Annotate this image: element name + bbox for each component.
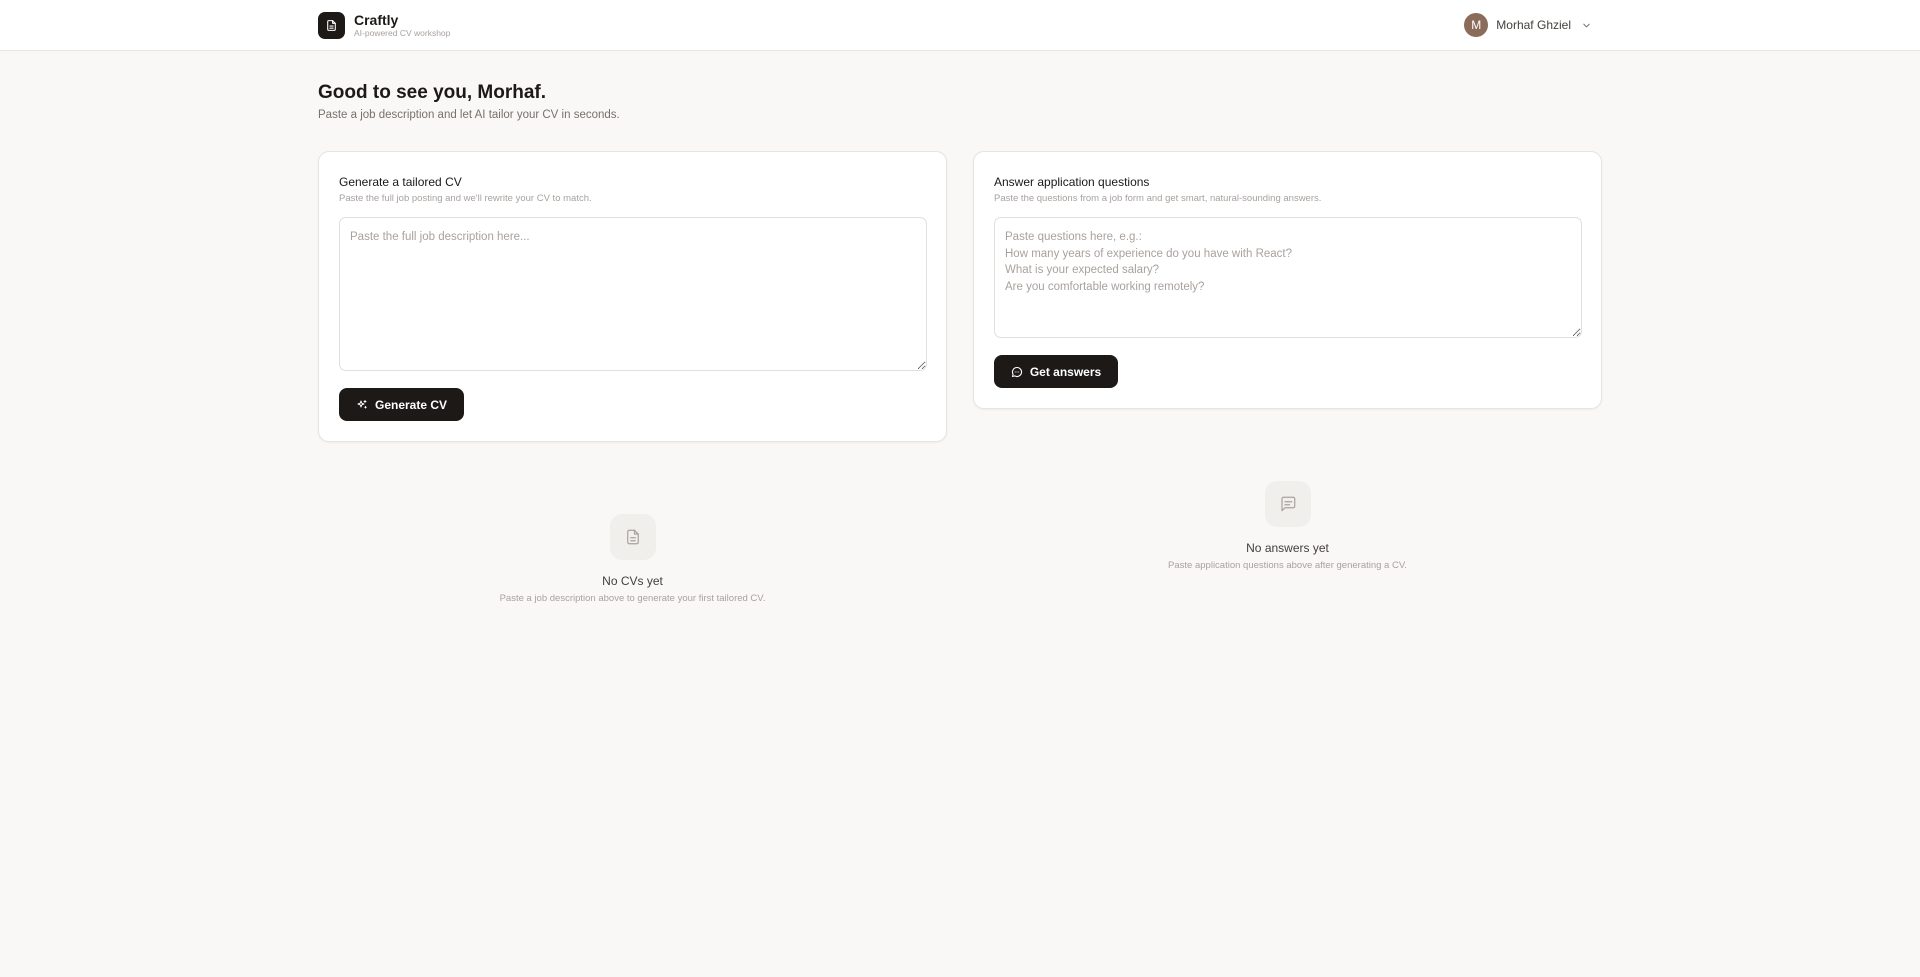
brand-name: Craftly xyxy=(354,12,399,28)
message-square-icon xyxy=(1264,481,1311,527)
get-answers-label: Get answers xyxy=(1029,364,1102,379)
greeting: Good to see you, Morhaf. Paste a job des… xyxy=(318,82,620,121)
page-subtitle: Paste a job description and let AI tailo… xyxy=(318,109,620,121)
user-name: Morhaf Ghziel xyxy=(1496,18,1571,32)
job-description-input[interactable] xyxy=(339,217,927,371)
brand[interactable]: Craftly AI-powered CV workshop xyxy=(318,12,450,39)
card-subtitle: Paste the questions from a job form and … xyxy=(994,193,1322,204)
chevron-down-icon xyxy=(1581,20,1592,31)
empty-cvs-state: No CVs yet Paste a job description above… xyxy=(318,514,947,604)
empty-answers-state: No answers yet Paste application questio… xyxy=(973,481,1602,571)
questions-input[interactable] xyxy=(994,217,1582,338)
empty-cvs-title: No CVs yet xyxy=(602,574,663,588)
answer-questions-card: Answer application questions Paste the q… xyxy=(973,151,1602,409)
card-title: Answer application questions xyxy=(994,175,1150,189)
empty-answers-subtitle: Paste application questions above after … xyxy=(1168,560,1407,571)
brand-tagline: AI-powered CV workshop xyxy=(354,28,451,38)
sparkles-icon xyxy=(357,399,367,408)
generate-cv-card: Generate a tailored CV Paste the full jo… xyxy=(318,151,947,442)
page-title: Good to see you, Morhaf. xyxy=(318,82,547,103)
user-menu[interactable]: M Morhaf Ghziel xyxy=(1464,13,1592,37)
get-answers-button[interactable]: Get answers xyxy=(994,355,1118,388)
empty-answers-title: No answers yet xyxy=(1246,541,1329,555)
top-bar: Craftly AI-powered CV workshop M Morhaf … xyxy=(0,0,1920,51)
avatar: M xyxy=(1464,13,1489,37)
generate-cv-button[interactable]: Generate CV xyxy=(339,388,464,421)
card-title: Generate a tailored CV xyxy=(339,175,462,189)
empty-cvs-subtitle: Paste a job description above to generat… xyxy=(499,593,766,604)
chat-bubble-icon xyxy=(1011,366,1022,377)
document-icon xyxy=(609,514,656,560)
generate-cv-label: Generate CV xyxy=(374,397,448,412)
document-icon xyxy=(318,12,345,39)
card-subtitle: Paste the full job posting and we'll rew… xyxy=(339,193,592,204)
